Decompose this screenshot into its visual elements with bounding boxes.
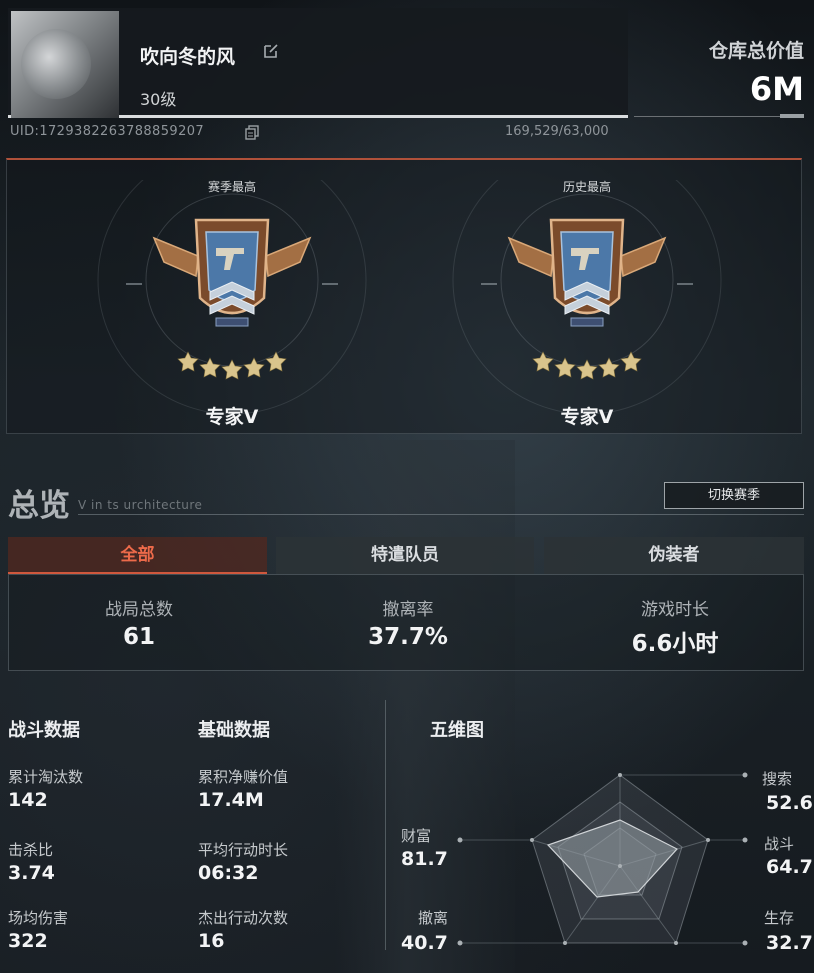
metric-kd-ratio: 击杀比 3.74 bbox=[8, 839, 55, 884]
radar-chart bbox=[457, 772, 748, 946]
uid-text: UID:1729382263788859207 bbox=[10, 124, 205, 139]
metric-label: 累计淘汰数 bbox=[8, 768, 84, 786]
mode-tabs: 全部 特遣队员 伪装者 bbox=[8, 537, 804, 574]
metric-value: 17.4M bbox=[198, 789, 264, 811]
radar-value-survival: 32.7 bbox=[766, 932, 813, 954]
overview-title: 总览 bbox=[8, 488, 70, 524]
rank-badge-icon bbox=[97, 180, 367, 415]
metric-outstanding-ops: 杰出行动次数 16 bbox=[198, 907, 288, 952]
rank-caption: 赛季最高 bbox=[207, 180, 256, 194]
stat-play-time: 游戏时长 6.6小时 bbox=[545, 595, 805, 658]
tab-operators[interactable]: 特遣队员 bbox=[276, 537, 534, 574]
stat-extraction-rate: 撤离率 37.7% bbox=[278, 595, 538, 650]
stat-label: 战局总数 bbox=[105, 600, 173, 620]
rank-name: 专家V bbox=[205, 406, 259, 428]
stat-total-matches: 战局总数 61 bbox=[9, 595, 269, 650]
tab-disguiser[interactable]: 伪装者 bbox=[544, 537, 804, 574]
radar-value-extraction: 40.7 bbox=[401, 932, 448, 954]
metric-avg-damage: 场均伤害 322 bbox=[8, 907, 68, 952]
warehouse-divider-accent bbox=[780, 114, 804, 118]
metric-label: 累积净赚价值 bbox=[198, 768, 289, 786]
username: 吹向冬的风 bbox=[140, 46, 236, 68]
metric-value: 322 bbox=[8, 930, 48, 952]
combat-data-title: 战斗数据 bbox=[8, 720, 80, 741]
overview-divider bbox=[78, 514, 804, 515]
rank-name: 专家V bbox=[560, 406, 614, 428]
radar-value-wealth: 81.7 bbox=[401, 848, 448, 870]
radar-value-search: 52.6 bbox=[766, 792, 813, 814]
radar-value-combat: 64.7 bbox=[766, 856, 813, 878]
radar-label-survival: 生存 bbox=[764, 909, 795, 927]
overview-stats: 战局总数 61 撤离率 37.7% 游戏时长 6.6小时 bbox=[8, 574, 804, 671]
stat-label: 游戏时长 bbox=[641, 600, 709, 620]
radar-label-wealth: 财富 bbox=[401, 827, 432, 845]
rank-caption: 历史最高 bbox=[562, 180, 611, 194]
capacity-text: 169,529/63,000 bbox=[505, 124, 609, 139]
season-rank: 赛季最高 专家V bbox=[92, 160, 372, 436]
radar-title: 五维图 bbox=[430, 720, 484, 741]
radar-label-combat: 战斗 bbox=[764, 835, 795, 853]
warehouse-divider bbox=[634, 116, 804, 117]
rank-panel: 赛季最高 专家V 历史最高 专家V bbox=[6, 158, 802, 434]
history-rank: 历史最高 专家V bbox=[447, 160, 727, 436]
avatar[interactable] bbox=[11, 11, 119, 118]
metric-label: 场均伤害 bbox=[8, 909, 69, 927]
rank-badge-icon bbox=[452, 180, 722, 415]
warehouse-value: 6M bbox=[749, 70, 804, 108]
player-level: 30级 bbox=[140, 90, 177, 109]
metric-value: 142 bbox=[8, 789, 48, 811]
tab-all[interactable]: 全部 bbox=[8, 537, 267, 574]
metric-total-eliminations: 累计淘汰数 142 bbox=[8, 766, 83, 811]
metric-label: 平均行动时长 bbox=[198, 841, 289, 859]
metric-avg-duration: 平均行动时长 06:32 bbox=[198, 839, 288, 884]
metric-value: 3.74 bbox=[8, 862, 55, 884]
metric-value: 16 bbox=[198, 930, 225, 952]
switch-season-button[interactable]: 切换赛季 bbox=[664, 482, 804, 509]
radar-label-search: 搜索 bbox=[762, 770, 793, 788]
warehouse-value-label: 仓库总价值 bbox=[708, 40, 804, 62]
metric-value: 06:32 bbox=[198, 862, 259, 884]
column-divider bbox=[385, 700, 386, 950]
overview-subtitle: V in ts urchitecture bbox=[78, 498, 203, 512]
stat-value: 6.6小时 bbox=[631, 631, 719, 657]
edit-icon[interactable] bbox=[262, 42, 280, 60]
stat-value: 37.7% bbox=[368, 624, 448, 650]
metric-label: 杰出行动次数 bbox=[198, 909, 289, 927]
stat-label: 撤离率 bbox=[382, 600, 434, 620]
basic-data-title: 基础数据 bbox=[198, 720, 270, 741]
radar-label-extraction: 撤离 bbox=[418, 909, 449, 927]
metric-label: 击杀比 bbox=[8, 841, 54, 859]
profile-card: 吹向冬的风 30级 bbox=[8, 8, 628, 118]
stat-value: 61 bbox=[122, 624, 155, 650]
metric-net-profit: 累积净赚价值 17.4M bbox=[198, 766, 288, 811]
copy-icon[interactable] bbox=[244, 124, 260, 140]
